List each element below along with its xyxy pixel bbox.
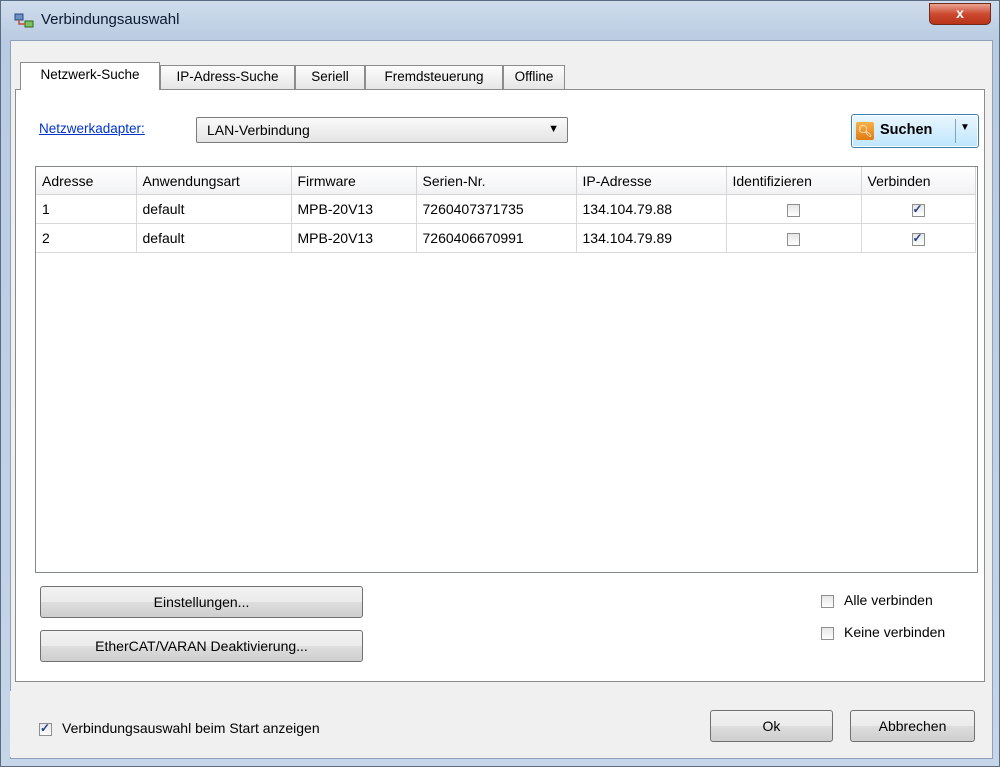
tab-ip-adress-suche[interactable]: IP-Adress-Suche xyxy=(160,65,295,89)
show-on-start-option[interactable]: Verbindungsauswahl beim Start anzeigen xyxy=(39,720,320,736)
cancel-button[interactable]: Abbrechen xyxy=(850,710,975,742)
table-header-row: Adresse Anwendungsart Firmware Serien-Nr… xyxy=(36,167,976,195)
column-header-identifizieren[interactable]: Identifizieren xyxy=(726,167,862,195)
cell-anwendungsart: default xyxy=(136,223,292,253)
cell-identifizieren xyxy=(726,223,862,253)
device-table[interactable]: Adresse Anwendungsart Firmware Serien-Nr… xyxy=(35,166,978,573)
ok-button-label: Ok xyxy=(762,718,781,734)
ethercat-varan-deactivation-button[interactable]: EtherCAT/VARAN Deaktivierung... xyxy=(40,630,363,662)
tab-label: Seriell xyxy=(311,69,349,84)
split-divider xyxy=(955,119,956,143)
tab-offline[interactable]: Offline xyxy=(503,65,565,89)
tab-label: Offline xyxy=(514,69,554,84)
tab-fremdsteuerung[interactable]: Fremdsteuerung xyxy=(365,65,503,89)
column-header-adresse[interactable]: Adresse xyxy=(36,167,137,195)
identify-checkbox[interactable] xyxy=(787,232,800,246)
column-header-ip-adresse[interactable]: IP-Adresse xyxy=(576,167,727,195)
network-adapter-link[interactable]: Netzwerkadapter: xyxy=(39,121,145,136)
column-header-firmware[interactable]: Firmware xyxy=(291,167,417,195)
settings-button-label: Einstellungen... xyxy=(153,594,250,610)
cell-serien-nr: 7260406670991 xyxy=(416,223,577,253)
cell-adresse: 1 xyxy=(36,194,137,224)
tab-label: IP-Adress-Suche xyxy=(176,69,279,84)
table-row[interactable]: 1 default MPB-20V13 7260407371735 134.10… xyxy=(36,194,976,224)
cell-verbinden xyxy=(861,194,976,224)
chevron-down-icon: ▼ xyxy=(548,123,559,135)
network-app-icon xyxy=(14,13,34,28)
tab-seriell[interactable]: Seriell xyxy=(295,65,365,89)
none-connect-option[interactable]: Keine verbinden xyxy=(821,624,945,640)
window-title: Verbindungsauswahl xyxy=(41,11,180,28)
cancel-button-label: Abbrechen xyxy=(878,718,947,734)
tab-label: Fremdsteuerung xyxy=(384,69,484,84)
chevron-down-icon[interactable]: ▼ xyxy=(960,122,970,133)
all-connect-option[interactable]: Alle verbinden xyxy=(821,592,933,608)
adapter-selected-value: LAN-Verbindung xyxy=(207,122,310,138)
search-button-label: Suchen xyxy=(880,122,933,138)
cell-ip-adresse: 134.104.79.88 xyxy=(576,194,727,224)
column-header-serien-nr[interactable]: Serien-Nr. xyxy=(416,167,577,195)
column-header-verbinden[interactable]: Verbinden xyxy=(861,167,976,195)
title-bar[interactable]: Verbindungsauswahl x xyxy=(1,1,1000,41)
ok-button[interactable]: Ok xyxy=(710,710,833,742)
table-row[interactable]: 2 default MPB-20V13 7260406670991 134.10… xyxy=(36,223,976,253)
tab-label: Netzwerk-Suche xyxy=(40,67,140,82)
search-button[interactable]: 🔍︎ Suchen ▼ xyxy=(851,114,979,148)
close-icon: x xyxy=(956,5,964,21)
connect-checkbox[interactable] xyxy=(911,202,925,217)
none-connect-checkbox[interactable] xyxy=(821,626,834,640)
settings-button[interactable]: Einstellungen... xyxy=(40,586,363,618)
show-on-start-label: Verbindungsauswahl beim Start anzeigen xyxy=(62,720,320,736)
search-icon: 🔍︎ xyxy=(856,122,874,140)
cell-anwendungsart: default xyxy=(136,194,292,224)
cell-adresse: 2 xyxy=(36,223,137,253)
connect-checkbox[interactable] xyxy=(911,231,925,246)
ethercat-button-label: EtherCAT/VARAN Deaktivierung... xyxy=(95,638,308,654)
network-adapter-select[interactable]: LAN-Verbindung ▼ xyxy=(196,117,568,143)
tab-netzwerk-suche[interactable]: Netzwerk-Suche xyxy=(20,62,160,90)
cell-firmware: MPB-20V13 xyxy=(291,223,417,253)
cell-verbinden xyxy=(861,223,976,253)
cell-serien-nr: 7260407371735 xyxy=(416,194,577,224)
none-connect-label: Keine verbinden xyxy=(844,624,946,640)
column-header-anwendungsart[interactable]: Anwendungsart xyxy=(136,167,292,195)
all-connect-checkbox[interactable] xyxy=(821,594,834,608)
cell-identifizieren xyxy=(726,194,862,224)
show-on-start-checkbox[interactable] xyxy=(39,721,52,736)
cell-firmware: MPB-20V13 xyxy=(291,194,417,224)
cell-ip-adresse: 134.104.79.89 xyxy=(576,223,727,253)
all-connect-label: Alle verbinden xyxy=(844,592,933,608)
close-button[interactable]: x xyxy=(929,3,991,25)
identify-checkbox[interactable] xyxy=(787,203,800,217)
